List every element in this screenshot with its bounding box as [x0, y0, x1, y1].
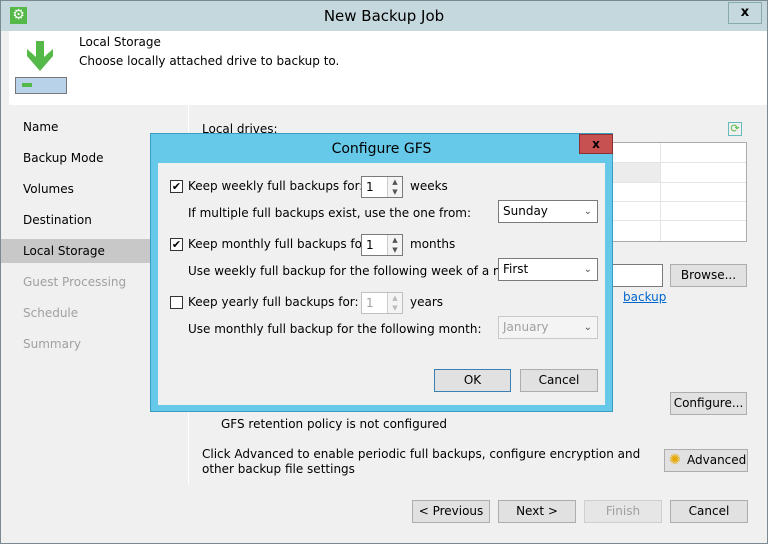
browse-button[interactable]: Browse... — [670, 264, 747, 287]
nav-label: Guest Processing — [23, 275, 127, 289]
header-subtitle: Choose locally attached drive to backup … — [79, 54, 340, 68]
title-bar: ⚙ New Backup Job x — [1, 1, 767, 31]
advanced-description: Click Advanced to enable periodic full b… — [202, 447, 641, 476]
chevron-down-icon: ⌄ — [583, 206, 592, 217]
ok-button[interactable]: OK — [434, 369, 511, 392]
chevron-down-icon: ⌄ — [583, 322, 592, 333]
yearly-checkbox[interactable] — [170, 296, 183, 309]
weekly-day-select[interactable]: Sunday ⌄ — [498, 200, 598, 223]
weekly-unit: weeks — [410, 179, 448, 193]
refresh-icon[interactable]: ⟳ — [728, 122, 742, 136]
window-close-button[interactable]: x — [728, 2, 762, 24]
finish-button[interactable]: Finish — [584, 500, 662, 523]
dialog-title: Configure GFS — [331, 141, 432, 157]
nav-label: Volumes — [23, 182, 74, 196]
stepper-value: 1 — [366, 296, 374, 310]
nav-label: Name — [23, 120, 59, 134]
yearly-stepper[interactable]: 1 ▲ ▼ — [361, 292, 403, 314]
gfs-status-text: GFS retention policy is not configured — [221, 417, 447, 431]
advanced-label: Advanced — [687, 453, 747, 467]
weekly-checkbox[interactable]: ✔ — [170, 180, 183, 193]
monthly-sub-label: Use weekly full backup for the following… — [188, 264, 536, 278]
select-value: January — [503, 320, 549, 334]
nav-label: Destination — [23, 213, 92, 227]
nav-label: Schedule — [23, 306, 79, 320]
weekly-label: Keep weekly full backups for: — [188, 179, 364, 193]
stepper-value: 1 — [366, 180, 374, 194]
drive-icon — [15, 77, 67, 94]
stepper-value: 1 — [366, 238, 374, 252]
stepper-arrows-icon[interactable]: ▲ ▼ — [387, 293, 402, 313]
dialog-body: ✔ Keep weekly full backups for: 1 ▲ ▼ week… — [158, 163, 605, 405]
nav-label: Summary — [23, 337, 81, 351]
monthly-week-select[interactable]: First ⌄ — [498, 258, 598, 281]
stepper-arrows-icon[interactable]: ▲ ▼ — [387, 177, 402, 197]
window-title: New Backup Job — [323, 7, 445, 25]
close-icon: x — [740, 5, 750, 20]
weekly-stepper[interactable]: 1 ▲ ▼ — [361, 176, 403, 198]
cancel-button[interactable]: Cancel — [670, 500, 748, 523]
monthly-checkbox[interactable]: ✔ — [170, 238, 183, 251]
weekly-sub-label: If multiple full backups exist, use the … — [188, 206, 472, 220]
chevron-down-icon: ⌄ — [583, 264, 592, 275]
backup-link[interactable]: backup — [623, 290, 666, 304]
configure-gfs-dialog: Configure GFS x ✔ Keep weekly full backu… — [150, 133, 613, 412]
dialog-close-button[interactable]: x — [579, 134, 613, 154]
previous-button[interactable]: < Previous — [412, 500, 490, 523]
monthly-unit: months — [410, 237, 456, 251]
close-icon: x — [592, 137, 600, 151]
download-arrow-icon — [25, 41, 55, 73]
header: Local Storage Choose locally attached dr… — [9, 31, 767, 105]
nav-label: Local Storage — [23, 244, 105, 258]
next-button[interactable]: Next > — [498, 500, 576, 523]
dialog-cancel-button[interactable]: Cancel — [520, 369, 598, 392]
select-value: First — [503, 262, 529, 276]
yearly-sub-label: Use monthly full backup for the followin… — [188, 322, 482, 336]
advanced-button[interactable]: ✺ Advanced — [664, 449, 748, 472]
sun-gear-icon: ✺ — [669, 452, 681, 468]
monthly-stepper[interactable]: 1 ▲ ▼ — [361, 234, 403, 256]
select-value: Sunday — [503, 204, 548, 218]
yearly-label: Keep yearly full backups for: — [188, 295, 359, 309]
yearly-unit: years — [410, 295, 444, 309]
yearly-month-select[interactable]: January ⌄ — [498, 316, 598, 339]
stepper-arrows-icon[interactable]: ▲ ▼ — [387, 235, 402, 255]
nav-label: Backup Mode — [23, 151, 104, 165]
configure-button[interactable]: Configure... — [670, 392, 747, 415]
header-title: Local Storage — [79, 35, 161, 49]
monthly-label: Keep monthly full backups for: — [188, 237, 371, 251]
